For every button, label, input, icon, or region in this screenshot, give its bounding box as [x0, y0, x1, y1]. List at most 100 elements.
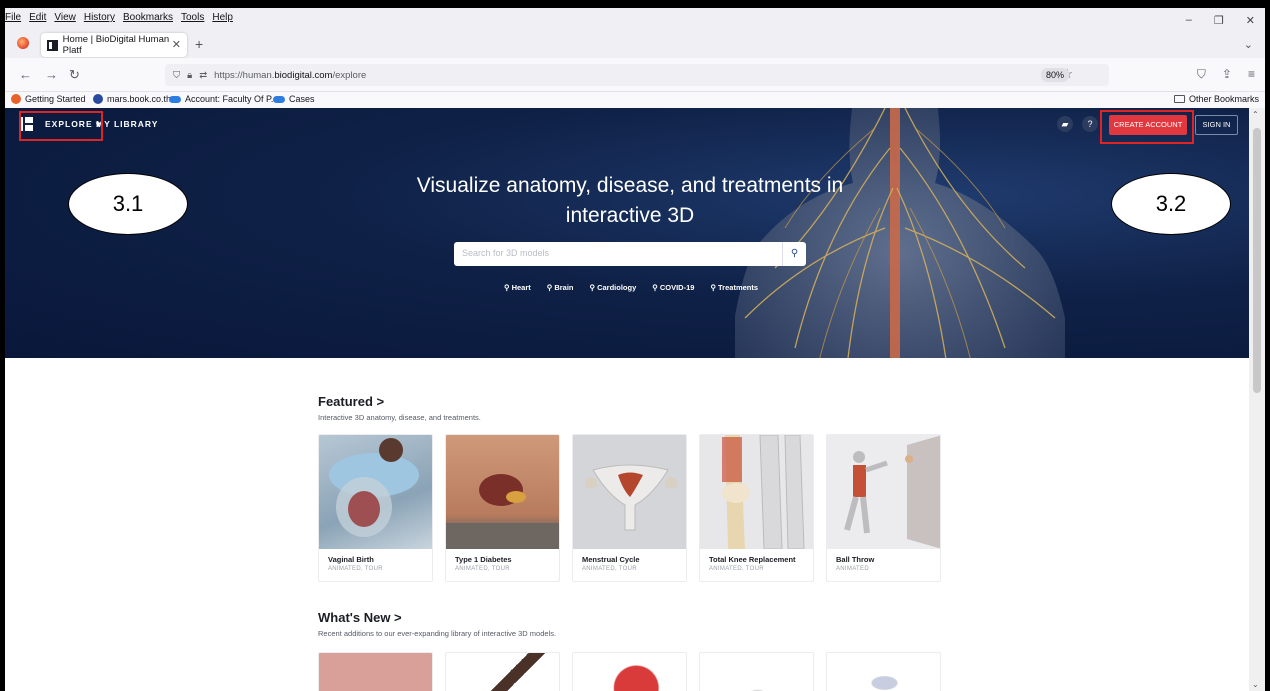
card-thumbnail: [827, 435, 940, 549]
new-tab-icon[interactable]: +: [195, 36, 203, 52]
forward-icon[interactable]: →: [45, 67, 58, 82]
card-tags: ANIMATED, TOUR: [328, 566, 383, 572]
firefox-icon: [11, 94, 21, 104]
reload-icon[interactable]: ↻: [69, 67, 80, 83]
pocket-icon[interactable]: ⛉: [1197, 67, 1206, 82]
cloud-icon: [169, 95, 181, 103]
navigation-bar: ← → ↻ ⛉ 🔒︎ ⇄ https://human.biodigital.co…: [5, 58, 1265, 92]
bookmark-mars[interactable]: mars.book.co.th: [93, 94, 171, 104]
close-tab-icon[interactable]: ✕: [172, 38, 181, 51]
menu-view[interactable]: View: [54, 12, 76, 23]
extensions-icon[interactable]: ⇪: [1222, 67, 1232, 82]
new-card-heart[interactable]: [572, 652, 687, 691]
featured-heading[interactable]: Featured >: [318, 394, 384, 409]
callout-3-2: 3.2: [1111, 173, 1231, 235]
highlight-box-explore: [19, 111, 103, 141]
tab-bar: Home | BioDigital Human Platf ✕ + ⌄: [5, 30, 1265, 58]
zoom-level[interactable]: 80%: [1040, 68, 1069, 82]
url-text: https://human.biodigital.com/explore: [214, 69, 367, 81]
scroll-up-icon[interactable]: ⌃: [1252, 110, 1259, 119]
menu-bar: File Edit View History Bookmarks Tools H…: [5, 8, 1265, 30]
shield-icon[interactable]: ⛉: [173, 70, 180, 81]
scroll-down-icon[interactable]: ⌄: [1252, 680, 1259, 689]
chip-heart[interactable]: ⚲ Heart: [496, 281, 539, 294]
menu-file[interactable]: File: [5, 12, 21, 23]
other-bookmarks[interactable]: Other Bookmarks: [1173, 94, 1259, 104]
quick-search-chips: ⚲ Heart ⚲ Brain ⚲ Cardiology ⚲ COVID-19 …: [496, 281, 766, 294]
search-icon[interactable]: ⚲: [782, 242, 806, 266]
whats-new-heading[interactable]: What's New >: [318, 610, 402, 625]
bookmark-getting-started[interactable]: Getting Started: [11, 94, 86, 104]
lock-icon[interactable]: 🔒︎: [187, 70, 192, 81]
card-title: Type 1 Diabetes: [455, 555, 512, 564]
new-card-rib-cage[interactable]: [318, 652, 433, 691]
card-thumbnail: [446, 435, 559, 549]
chip-treatments[interactable]: ⚲ Treatments: [702, 281, 766, 294]
close-window-icon[interactable]: ✕: [1246, 14, 1255, 27]
biodigital-favicon-icon: [47, 39, 58, 51]
permissions-icon[interactable]: ⇄: [199, 70, 207, 81]
card-thumbnail: [700, 653, 813, 691]
card-thumbnail: [700, 435, 813, 549]
whats-new-cards: [318, 652, 941, 691]
anatomy-illustration: [735, 108, 1065, 358]
menu-history[interactable]: History: [84, 12, 115, 23]
card-tags: ANIMATED, TOUR: [455, 566, 510, 572]
card-title: Ball Throw: [836, 555, 875, 564]
card-thumbnail: [573, 435, 686, 549]
page-scrollbar[interactable]: ⌃ ⌄: [1249, 108, 1265, 691]
list-tabs-icon[interactable]: ⌄: [1244, 38, 1253, 51]
folder-icon: [1173, 95, 1185, 103]
card-tags: ANIMATED: [836, 566, 869, 572]
firefox-icon[interactable]: [17, 37, 29, 49]
card-thumbnail: [319, 653, 432, 691]
card-type-1-diabetes[interactable]: Type 1 Diabetes ANIMATED, TOUR: [445, 434, 560, 582]
chip-brain[interactable]: ⚲ Brain: [539, 281, 582, 294]
featured-cards: Vaginal Birth ANIMATED, TOUR Type 1 Diab…: [318, 434, 941, 582]
scrollbar-thumb[interactable]: [1253, 128, 1261, 393]
card-title: Menstrual Cycle: [582, 555, 640, 564]
chip-covid-19[interactable]: ⚲ COVID-19: [644, 281, 702, 294]
card-thumbnail: [827, 653, 940, 691]
search-placeholder: Search for 3D models: [462, 248, 550, 258]
menu-tools[interactable]: Tools: [181, 12, 204, 23]
help-button[interactable]: ?: [1082, 116, 1098, 132]
url-bar[interactable]: ⛉ 🔒︎ ⇄ https://human.biodigital.com/expl…: [165, 64, 1109, 86]
menu-edit[interactable]: Edit: [29, 12, 46, 23]
new-card-tube[interactable]: [445, 652, 560, 691]
card-thumbnail: [573, 653, 686, 691]
sign-in-button[interactable]: SIGN IN: [1195, 115, 1238, 135]
card-thumbnail: [319, 435, 432, 549]
card-title: Total Knee Replacement: [709, 555, 796, 564]
globe-icon: [93, 94, 103, 104]
card-menstrual-cycle[interactable]: Menstrual Cycle ANIMATED, TOUR: [572, 434, 687, 582]
hero-title: Visualize anatomy, disease, and treatmen…: [416, 174, 844, 227]
chip-cardiology[interactable]: ⚲ Cardiology: [582, 281, 645, 294]
highlight-box-create-account: [1100, 110, 1194, 144]
menu-bookmarks[interactable]: Bookmarks: [123, 12, 173, 23]
bookmark-cases[interactable]: Cases: [273, 94, 315, 104]
card-ball-throw[interactable]: Ball Throw ANIMATED: [826, 434, 941, 582]
card-title: Vaginal Birth: [328, 555, 374, 564]
card-total-knee-replacement[interactable]: Total Knee Replacement ANIMATED, TOUR: [699, 434, 814, 582]
whats-new-subtitle: Recent additions to our ever-expanding l…: [318, 629, 557, 638]
page-content: EXPLORE ▾ MY LIBRARY ▰ ? CREATE ACCOUNT …: [5, 108, 1249, 691]
callout-3-1: 3.1: [68, 173, 188, 235]
bookmark-account[interactable]: Account: Faculty Of P...: [169, 94, 278, 104]
chat-icon[interactable]: ▰: [1057, 116, 1073, 132]
search-input[interactable]: Search for 3D models ⚲: [454, 242, 806, 266]
tab-home[interactable]: Home | BioDigital Human Platf ✕: [41, 33, 187, 57]
menu-help[interactable]: Help: [212, 12, 233, 23]
app-menu-icon[interactable]: ≡: [1248, 67, 1255, 82]
my-library-link[interactable]: MY LIBRARY: [96, 119, 158, 129]
card-vaginal-birth[interactable]: Vaginal Birth ANIMATED, TOUR: [318, 434, 433, 582]
bookmarks-toolbar: Getting Started mars.book.co.th Account:…: [5, 92, 1265, 108]
tab-title: Home | BioDigital Human Platf: [62, 34, 170, 56]
minimize-icon[interactable]: –: [1186, 14, 1192, 27]
back-icon[interactable]: ←: [19, 67, 32, 82]
featured-subtitle: Interactive 3D anatomy, disease, and tre…: [318, 413, 481, 422]
cloud-icon: [273, 95, 285, 103]
restore-icon[interactable]: ❐: [1214, 14, 1224, 27]
new-card-circulatory[interactable]: [826, 652, 941, 691]
new-card-skeleton[interactable]: [699, 652, 814, 691]
